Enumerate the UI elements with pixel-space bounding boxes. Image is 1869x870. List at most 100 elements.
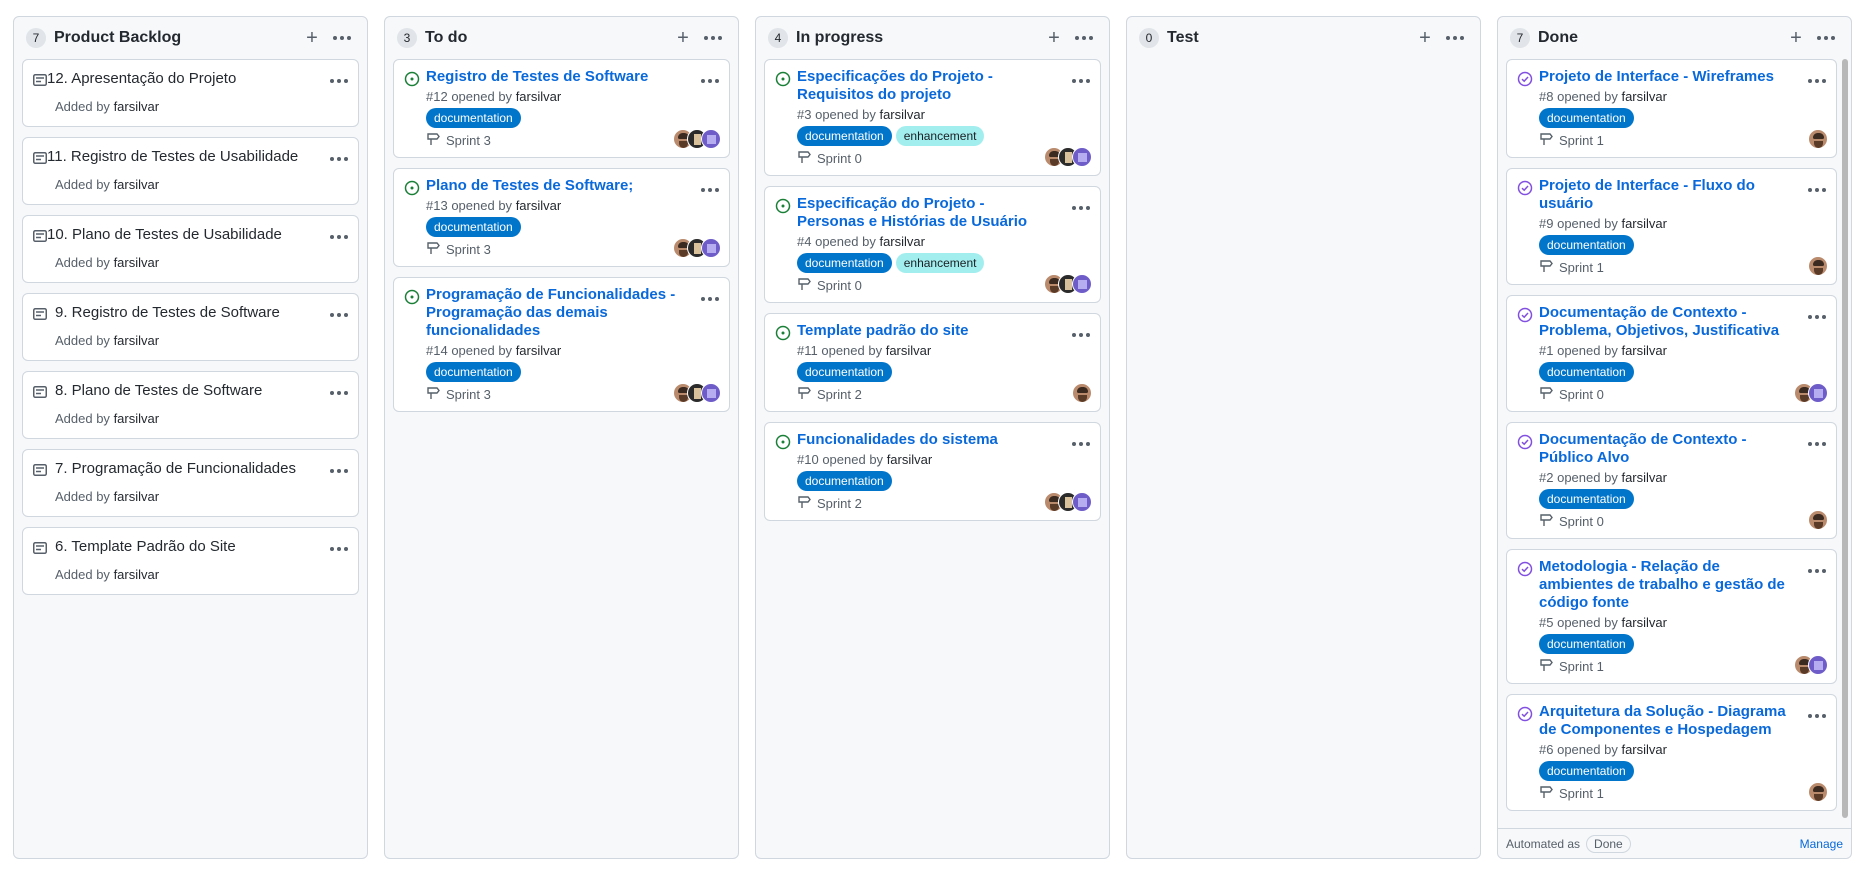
add-card-button[interactable]: + [299, 25, 325, 51]
author-link[interactable]: farsilvar [516, 198, 562, 213]
milestone[interactable]: Sprint 1 [1539, 132, 1826, 149]
issue-title-link[interactable]: Especificações do Projeto - Requisitos d… [797, 68, 1052, 104]
column-menu-button[interactable] [1071, 25, 1097, 51]
issue-card[interactable]: Metodologia - Relação de ambientes de tr… [1506, 549, 1837, 684]
label-documentation[interactable]: documentation [797, 253, 892, 273]
card-menu-button[interactable] [1808, 560, 1826, 578]
issue-card[interactable]: Plano de Testes de Software; #13 opened … [393, 168, 730, 267]
avatar[interactable] [1808, 383, 1828, 403]
column-menu-button[interactable] [700, 25, 726, 51]
avatar[interactable] [1072, 274, 1092, 294]
issue-card[interactable]: Especificações do Projeto - Requisitos d… [764, 59, 1101, 176]
issue-card[interactable]: Template padrão do site #11 opened by fa… [764, 313, 1101, 412]
label-documentation[interactable]: documentation [797, 471, 892, 491]
card-menu-button[interactable] [1808, 306, 1826, 324]
label-enhancement[interactable]: enhancement [895, 253, 985, 273]
milestone[interactable]: Sprint 1 [1539, 785, 1826, 802]
issue-card[interactable]: Especificação do Projeto - Personas e Hi… [764, 186, 1101, 303]
author-link[interactable]: farsilvar [1621, 216, 1667, 231]
issue-card[interactable]: Registro de Testes de Software #12 opene… [393, 59, 730, 158]
note-card[interactable]: 11. Registro de Testes de Usabilidade Ad… [22, 137, 359, 205]
note-card[interactable]: 12. Apresentação do Projeto Added by far… [22, 59, 359, 127]
column-menu-button[interactable] [1813, 25, 1839, 51]
author-link[interactable]: farsilvar [1621, 470, 1667, 485]
author-link[interactable]: farsilvar [879, 107, 925, 122]
label-documentation[interactable]: documentation [1539, 235, 1634, 255]
issue-title-link[interactable]: Arquitetura da Solução - Diagrama de Com… [1539, 703, 1788, 739]
issue-card[interactable]: Documentação de Contexto - Problema, Obj… [1506, 295, 1837, 412]
avatar[interactable] [1808, 510, 1828, 530]
note-card[interactable]: 9. Registro de Testes de Software Added … [22, 293, 359, 361]
author-link[interactable]: farsilvar [114, 177, 160, 192]
author-link[interactable]: farsilvar [1621, 615, 1667, 630]
label-documentation[interactable]: documentation [797, 362, 892, 382]
label-documentation[interactable]: documentation [1539, 108, 1634, 128]
label-documentation[interactable]: documentation [797, 126, 892, 146]
milestone[interactable]: Sprint 1 [1539, 658, 1826, 675]
card-menu-button[interactable] [330, 304, 348, 322]
author-link[interactable]: farsilvar [114, 411, 160, 426]
note-card[interactable]: 6. Template Padrão do Site Added by fars… [22, 527, 359, 595]
milestone[interactable]: Sprint 2 [797, 386, 1090, 403]
issue-card[interactable]: Projeto de Interface - Wireframes #8 ope… [1506, 59, 1837, 158]
add-card-button[interactable]: + [670, 25, 696, 51]
card-menu-button[interactable] [1072, 197, 1090, 215]
note-card[interactable]: 10. Plano de Testes de Usabilidade Added… [22, 215, 359, 283]
avatar[interactable] [1072, 147, 1092, 167]
avatar[interactable] [1072, 383, 1092, 403]
card-menu-button[interactable] [330, 148, 348, 166]
card-menu-button[interactable] [1808, 705, 1826, 723]
issue-title-link[interactable]: Funcionalidades do sistema [797, 431, 1052, 449]
issue-title-link[interactable]: Documentação de Contexto - Problema, Obj… [1539, 304, 1788, 340]
author-link[interactable]: farsilvar [516, 343, 562, 358]
label-documentation[interactable]: documentation [1539, 489, 1634, 509]
avatar[interactable] [1808, 655, 1828, 675]
avatar[interactable] [701, 383, 721, 403]
label-documentation[interactable]: documentation [426, 217, 521, 237]
card-menu-button[interactable] [1808, 433, 1826, 451]
manage-automation-link[interactable]: Manage [1800, 837, 1843, 851]
author-link[interactable]: farsilvar [879, 234, 925, 249]
avatar[interactable] [701, 129, 721, 149]
issue-title-link[interactable]: Documentação de Contexto - Público Alvo [1539, 431, 1788, 467]
milestone[interactable]: Sprint 0 [1539, 386, 1826, 403]
author-link[interactable]: farsilvar [886, 343, 932, 358]
milestone[interactable]: Sprint 1 [1539, 259, 1826, 276]
column-menu-button[interactable] [329, 25, 355, 51]
card-menu-button[interactable] [330, 226, 348, 244]
card-menu-button[interactable] [701, 288, 719, 306]
issue-title-link[interactable]: Plano de Testes de Software; [426, 177, 681, 195]
label-documentation[interactable]: documentation [426, 362, 521, 382]
add-card-button[interactable]: + [1041, 25, 1067, 51]
card-menu-button[interactable] [1072, 433, 1090, 451]
issue-card[interactable]: Programação de Funcionalidades - Program… [393, 277, 730, 412]
author-link[interactable]: farsilvar [114, 255, 160, 270]
column-menu-button[interactable] [1442, 25, 1468, 51]
card-menu-button[interactable] [1072, 324, 1090, 342]
card-menu-button[interactable] [330, 382, 348, 400]
scrollbar[interactable] [1842, 59, 1848, 818]
label-enhancement[interactable]: enhancement [895, 126, 985, 146]
card-menu-button[interactable] [330, 70, 348, 88]
issue-title-link[interactable]: Metodologia - Relação de ambientes de tr… [1539, 558, 1788, 612]
milestone[interactable]: Sprint 0 [1539, 513, 1826, 530]
card-menu-button[interactable] [330, 460, 348, 478]
author-link[interactable]: farsilvar [1621, 343, 1667, 358]
issue-title-link[interactable]: Projeto de Interface - Wireframes [1539, 68, 1788, 86]
issue-title-link[interactable]: Programação de Funcionalidades - Program… [426, 286, 681, 340]
card-menu-button[interactable] [1808, 70, 1826, 88]
author-link[interactable]: farsilvar [516, 89, 562, 104]
label-documentation[interactable]: documentation [1539, 362, 1634, 382]
label-documentation[interactable]: documentation [426, 108, 521, 128]
author-link[interactable]: farsilvar [114, 333, 160, 348]
issue-title-link[interactable]: Template padrão do site [797, 322, 1052, 340]
author-link[interactable]: farsilvar [114, 567, 160, 582]
add-card-button[interactable]: + [1783, 25, 1809, 51]
issue-title-link[interactable]: Especificação do Projeto - Personas e Hi… [797, 195, 1052, 231]
add-card-button[interactable]: + [1412, 25, 1438, 51]
issue-card[interactable]: Projeto de Interface - Fluxo do usuário … [1506, 168, 1837, 285]
issue-card[interactable]: Documentação de Contexto - Público Alvo … [1506, 422, 1837, 539]
author-link[interactable]: farsilvar [1621, 89, 1667, 104]
card-menu-button[interactable] [1072, 70, 1090, 88]
label-documentation[interactable]: documentation [1539, 761, 1634, 781]
